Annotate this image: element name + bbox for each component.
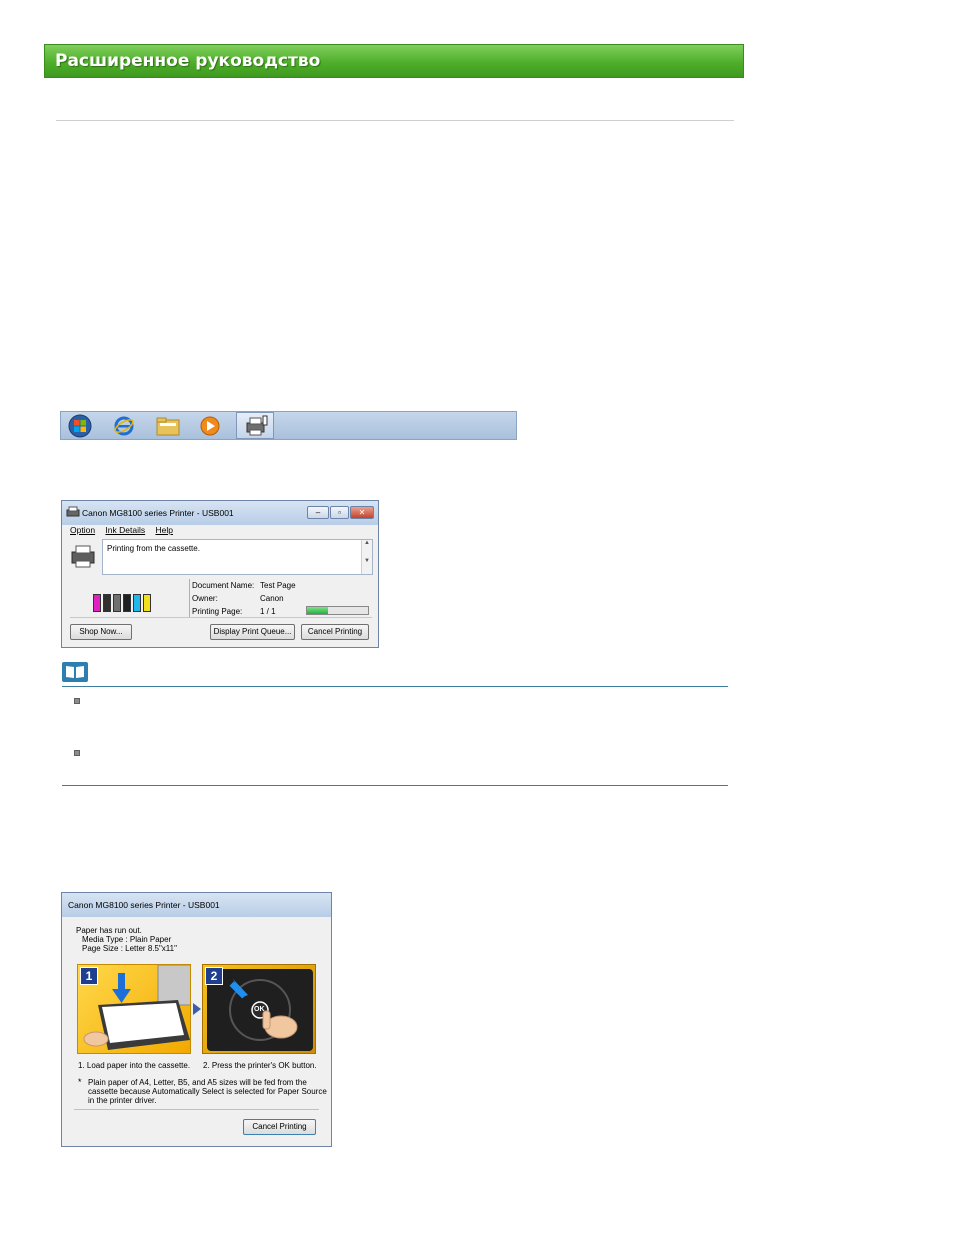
media-player-icon[interactable] xyxy=(193,414,227,438)
minimize-button[interactable]: – xyxy=(307,506,329,519)
display-print-queue-button[interactable]: Display Print Queue... xyxy=(210,624,295,640)
menu-option[interactable]: Option xyxy=(70,525,95,535)
paper-out-message: Paper has run out. xyxy=(76,926,142,935)
info-divider xyxy=(189,579,190,617)
window-title: Canon MG8100 series Printer - USB001 xyxy=(82,508,234,518)
print-progress-fill xyxy=(307,607,329,614)
windows-taskbar xyxy=(60,411,517,440)
step1-illustration: 1 xyxy=(77,964,191,1054)
status-message: Printing from the cassette. xyxy=(107,544,200,553)
windows-start-icon[interactable] xyxy=(63,414,97,438)
ink-tank-black xyxy=(103,594,111,612)
printer-status-icon xyxy=(243,415,269,441)
step2-badge: 2 xyxy=(205,967,223,985)
header-banner: Расширенное руководство xyxy=(44,44,744,78)
note-asterisk: * xyxy=(78,1077,82,1087)
explorer-folder-icon[interactable] xyxy=(151,414,185,438)
printing-page-label: Printing Page: xyxy=(192,607,243,616)
note-line-1: Plain paper of A4, Letter, B5, and A5 si… xyxy=(88,1078,307,1087)
dialog-divider xyxy=(74,1109,319,1110)
doc-name-label: Document Name: xyxy=(192,581,255,590)
window-titlebar[interactable]: Canon MG8100 series Printer - USB001 – ▫… xyxy=(62,501,378,525)
page-size-text: Page Size : Letter 8.5"x11" xyxy=(82,944,177,953)
owner-value: Canon xyxy=(260,594,284,603)
printer-taskbar-button[interactable] xyxy=(236,412,274,439)
owner-label: Owner: xyxy=(192,594,218,603)
doc-name-value: Test Page xyxy=(260,581,296,590)
page-title: Расширенное руководство xyxy=(55,51,321,71)
note-bottom-rule xyxy=(62,785,728,786)
dialog-titlebar[interactable]: Canon MG8100 series Printer - USB001 xyxy=(62,893,331,917)
note-top-rule xyxy=(62,686,728,687)
ink-tank-magenta xyxy=(93,594,101,612)
step-arrow-icon xyxy=(193,1003,201,1015)
print-progress-bar xyxy=(306,606,369,615)
printer-small-icon xyxy=(66,506,80,520)
ok-button-label: OK xyxy=(254,1006,265,1013)
step2-illustration: 2 OK xyxy=(202,964,316,1054)
paper-out-dialog: Canon MG8100 series Printer - USB001 Pap… xyxy=(61,892,332,1147)
note-bullet-2 xyxy=(74,750,80,756)
note-bullet-1 xyxy=(74,698,80,704)
note-line-3: in the printer driver. xyxy=(88,1096,157,1105)
ink-tank-cyan xyxy=(133,594,141,612)
dialog-title: Canon MG8100 series Printer - USB001 xyxy=(68,900,220,910)
cancel-printing-button[interactable]: Cancel Printing xyxy=(301,624,369,640)
menu-bar: Option Ink Details Help xyxy=(70,525,181,537)
load-paper-illustration xyxy=(83,965,190,1050)
menu-ink-details[interactable]: Ink Details xyxy=(105,525,145,535)
status-message-box: Printing from the cassette. ▲ ▼ xyxy=(102,539,373,575)
printer-large-icon xyxy=(70,543,98,571)
close-button[interactable]: ✕ xyxy=(350,506,374,519)
shop-now-button[interactable]: Shop Now... xyxy=(70,624,132,640)
note-line-2: cassette because Automatically Select is… xyxy=(88,1087,327,1096)
button-divider xyxy=(70,617,372,618)
message-scrollbar[interactable]: ▲ ▼ xyxy=(361,540,372,574)
step2-text: 2. Press the printer's OK button. xyxy=(203,1061,317,1070)
ink-tank-gray xyxy=(113,594,121,612)
ink-tank-pigment-black xyxy=(123,594,131,612)
dialog-cancel-printing-button[interactable]: Cancel Printing xyxy=(243,1119,316,1135)
header-divider xyxy=(56,120,734,121)
menu-help[interactable]: Help xyxy=(155,525,172,535)
printer-status-window: Canon MG8100 series Printer - USB001 – ▫… xyxy=(61,500,379,648)
note-book-icon xyxy=(62,662,88,682)
media-type-text: Media Type : Plain Paper xyxy=(82,935,172,944)
internet-explorer-icon[interactable] xyxy=(107,414,141,438)
maximize-button[interactable]: ▫ xyxy=(330,506,349,519)
step1-text: 1. Load paper into the cassette. xyxy=(78,1061,191,1070)
ink-tank-yellow xyxy=(143,594,151,612)
printing-page-value: 1 / 1 xyxy=(260,607,276,616)
